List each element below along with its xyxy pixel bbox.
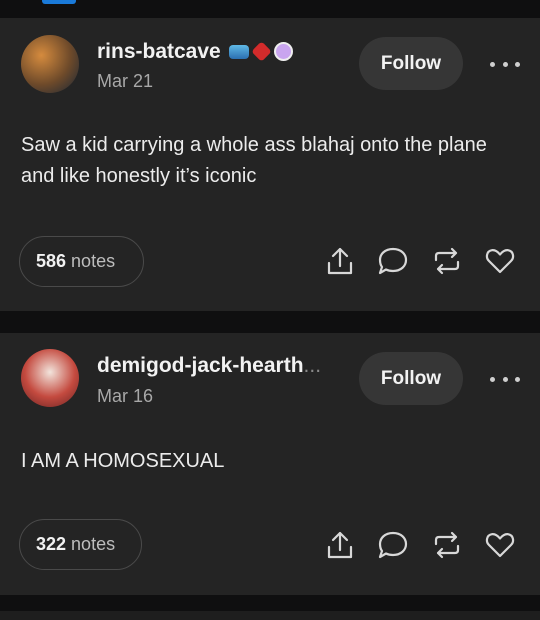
reblog-icon[interactable]: [432, 246, 462, 276]
post-body: I AM A HOMOSEXUAL: [21, 450, 225, 472]
like-icon[interactable]: [485, 247, 515, 275]
notes-label: notes: [71, 251, 116, 271]
avatar[interactable]: [21, 349, 79, 407]
red-badge-icon[interactable]: [251, 41, 272, 62]
reply-icon[interactable]: [377, 530, 409, 560]
reply-icon[interactable]: [377, 246, 409, 276]
post-date: Mar 16: [97, 386, 154, 406]
notes-button[interactable]: 322 notes: [19, 519, 142, 570]
post-body: Saw a kid carrying a whole ass blahaj on…: [21, 134, 487, 187]
next-post-edge: [0, 611, 540, 620]
share-icon[interactable]: [326, 246, 354, 276]
shark-badge-icon[interactable]: [229, 44, 249, 59]
like-icon[interactable]: [485, 531, 515, 559]
username-overflow: ...: [303, 354, 322, 377]
post-card: rins-batcave Mar 21 Follow Saw a kid car…: [0, 18, 540, 311]
post-date: Mar 21: [97, 71, 154, 91]
user-badges[interactable]: [229, 41, 293, 62]
more-options-icon[interactable]: [490, 374, 520, 384]
reblog-icon[interactable]: [432, 530, 462, 560]
post-actions: [326, 530, 515, 560]
notes-count: 322: [36, 534, 67, 554]
share-icon[interactable]: [326, 530, 354, 560]
post-username[interactable]: demigod-jack-hearth...: [97, 354, 321, 378]
avatar[interactable]: [21, 35, 79, 93]
cupcake-badge-icon[interactable]: [274, 42, 293, 61]
top-accent-bar: [42, 0, 76, 4]
post-card: demigod-jack-hearth... Mar 16 Follow I A…: [0, 333, 540, 595]
follow-button[interactable]: Follow: [359, 37, 463, 90]
notes-count: 586: [36, 251, 67, 271]
post-actions: [326, 246, 515, 276]
follow-button[interactable]: Follow: [359, 352, 463, 405]
post-username[interactable]: rins-batcave: [97, 40, 221, 64]
more-options-icon[interactable]: [490, 59, 520, 69]
notes-label: notes: [71, 534, 116, 554]
notes-button[interactable]: 586 notes: [19, 236, 144, 287]
post-username-text: demigod-jack-hearth: [97, 354, 304, 377]
